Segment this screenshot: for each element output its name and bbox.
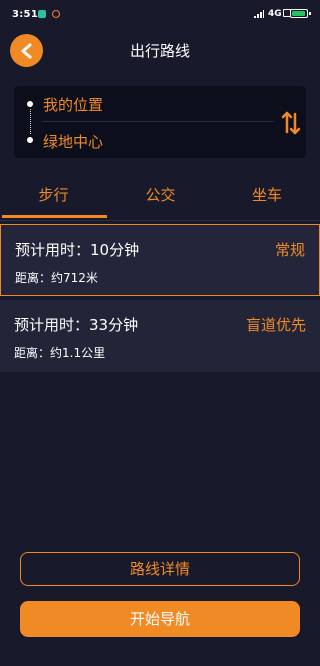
route-option[interactable]: 预计用时：33分钟 距离：约1.1公里 盲道优先 (0, 300, 320, 372)
header: 出行路线 (0, 28, 320, 74)
option-duration: 预计用时：33分钟 (14, 316, 139, 334)
destination-field[interactable]: 绿地中心 (43, 131, 103, 152)
battery-tip (309, 12, 311, 15)
tab-car[interactable]: 坐车 (214, 172, 320, 218)
swap-vertical-icon[interactable] (280, 110, 302, 136)
app-notification-icon (38, 10, 46, 18)
active-tab-indicator (2, 215, 107, 218)
status-time: 3:51 (12, 9, 39, 20)
app-notification-icon-2 (52, 10, 60, 18)
start-navigation-button[interactable]: 开始导航 (20, 601, 300, 637)
page-title: 出行路线 (129, 42, 190, 60)
option-distance: 距离：约712米 (15, 271, 98, 285)
option-tag: 常规 (274, 241, 305, 259)
option-distance: 距离：约1.1公里 (14, 346, 106, 360)
route-option[interactable]: 预计用时：10分钟 距离：约712米 常规 (0, 224, 320, 296)
tab-walk[interactable]: 步行 (0, 172, 107, 218)
signal-icon (254, 10, 264, 18)
route-connector (30, 109, 31, 134)
origin-field[interactable]: 我的位置 (43, 94, 103, 115)
destination-dot (27, 137, 33, 143)
option-duration: 预计用时：10分钟 (15, 241, 140, 259)
network-type: 4G (268, 9, 282, 19)
route-detail-button[interactable]: 路线详情 (20, 552, 300, 586)
tabs-divider (0, 220, 320, 221)
tab-bus[interactable]: 公交 (107, 172, 214, 218)
origin-dot (27, 101, 33, 107)
battery-icon (290, 9, 308, 18)
option-tag: 盲道优先 (245, 316, 306, 334)
transport-tabs: 步行 公交 坐车 (0, 172, 320, 220)
status-bar: 3:51 4G (0, 0, 320, 28)
route-divider (42, 121, 274, 122)
